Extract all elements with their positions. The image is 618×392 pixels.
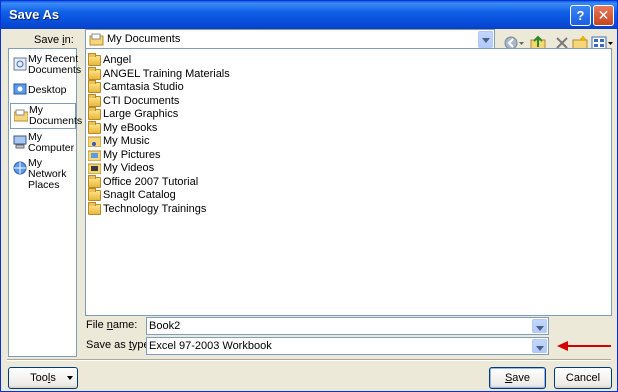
recent-icon — [13, 57, 27, 71]
file-name-value: Book2 — [149, 320, 181, 332]
cancel-button[interactable]: Cancel — [554, 367, 612, 389]
file-name-label: File name: — [86, 319, 138, 331]
save-type-value: Excel 97-2003 Workbook — [149, 340, 272, 352]
folder-icon — [88, 175, 101, 188]
my-documents-icon — [14, 109, 28, 122]
folder-icon — [88, 202, 101, 215]
place-my-computer[interactable]: My Computer — [10, 131, 76, 157]
folder-icon — [88, 53, 101, 66]
save-in-dropdown[interactable]: My Documents — [85, 29, 495, 50]
place-label: My Documents — [29, 104, 83, 127]
place-desktop[interactable]: Desktop — [10, 83, 76, 97]
file-name-field[interactable]: Book2 — [146, 317, 549, 335]
folder-icon — [88, 188, 101, 201]
caret-down-icon — [67, 376, 73, 380]
folder-icon — [88, 121, 101, 134]
places-bar: My Recent Documents Desktop My Documents… — [8, 48, 82, 357]
help-button[interactable]: ? — [570, 5, 591, 26]
file-list[interactable]: Angel ANGEL Training Materials Camtasia … — [85, 48, 612, 316]
save-type-dropdown[interactable]: Excel 97-2003 Workbook — [146, 337, 549, 355]
dialog-title: Save As — [9, 7, 60, 22]
file-name: Technology Trainings — [103, 203, 207, 215]
save-in-value: My Documents — [107, 33, 181, 45]
save-type-label: Save as type: — [86, 339, 153, 351]
tools-button[interactable]: Tools — [8, 367, 78, 389]
file-name: Camtasia Studio — [103, 81, 184, 93]
chevron-down-icon[interactable] — [532, 319, 547, 333]
file-name: SnagIt Catalog — [103, 189, 176, 201]
chevron-down-icon[interactable] — [532, 339, 547, 353]
title-bar[interactable]: Save As ? ✕ — [1, 1, 617, 29]
folder-icon — [88, 67, 101, 80]
network-icon — [13, 161, 27, 175]
place-label: My Computer — [28, 131, 75, 154]
file-name: ANGEL Training Materials — [103, 68, 230, 80]
file-name: My Videos — [103, 162, 155, 174]
place-recent-documents[interactable]: My Recent Documents — [10, 53, 81, 79]
folder-icon — [88, 94, 101, 107]
music-folder-icon — [88, 136, 101, 147]
save-as-dialog: Save As ? ✕ Save in: My Documents My Rec… — [0, 0, 618, 392]
close-button[interactable]: ✕ — [593, 5, 614, 26]
videos-folder-icon — [88, 163, 101, 174]
my-documents-icon — [89, 33, 104, 46]
file-name: My Pictures — [103, 149, 161, 161]
file-name: My Music — [103, 135, 150, 147]
save-button[interactable]: Save — [489, 367, 546, 389]
file-name: My eBooks — [103, 122, 158, 134]
folder-icon — [88, 107, 101, 120]
place-my-documents[interactable]: My Documents — [10, 103, 82, 129]
place-label: My Network Places — [28, 157, 67, 191]
separator — [7, 359, 611, 361]
file-name: Angel — [103, 54, 132, 66]
place-label: Desktop — [28, 84, 67, 96]
file-name: CTI Documents — [103, 95, 180, 107]
file-name: Large Graphics — [103, 108, 179, 120]
place-network[interactable]: My Network Places — [10, 157, 76, 191]
pictures-folder-icon — [88, 150, 101, 161]
red-arrow-annotation — [557, 341, 611, 351]
folder-icon — [88, 80, 101, 93]
place-label: My Recent Documents — [28, 53, 82, 76]
computer-icon — [13, 135, 27, 149]
file-name: Office 2007 Tutorial — [103, 176, 199, 188]
save-in-label: Save in: — [34, 34, 74, 46]
desktop-icon — [13, 83, 27, 95]
chevron-down-icon[interactable] — [478, 31, 493, 48]
